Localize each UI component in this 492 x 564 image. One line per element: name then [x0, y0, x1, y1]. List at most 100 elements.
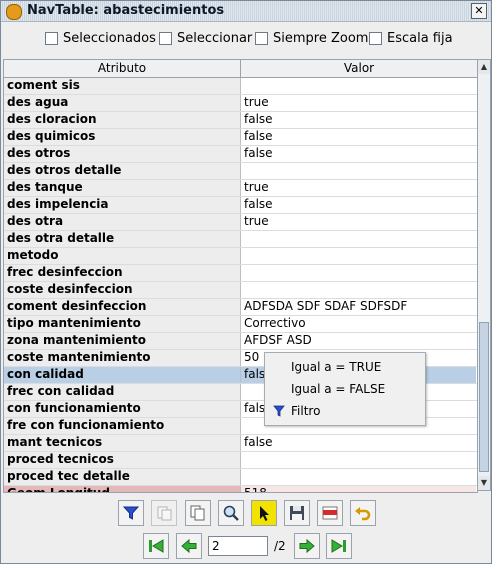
value-cell[interactable]: Correctivo: [241, 316, 476, 332]
filter-button[interactable]: [118, 500, 144, 526]
column-header-attribute[interactable]: Atributo: [4, 60, 241, 77]
checkbox-box[interactable]: [159, 31, 172, 45]
menu-item-filtro[interactable]: Filtro: [265, 400, 425, 422]
attribute-cell: Geom Longitud: [4, 486, 241, 492]
table-row[interactable]: des agua true: [4, 95, 477, 112]
first-record-button[interactable]: [143, 533, 169, 559]
table-row[interactable]: proced tecnicos: [4, 452, 477, 469]
attribute-cell: mant tecnicos: [4, 435, 241, 451]
value-cell[interactable]: false: [241, 112, 476, 128]
scroll-down-icon[interactable]: ▼: [478, 476, 490, 490]
previous-arrow-icon: [181, 538, 197, 554]
value-cell[interactable]: [241, 469, 476, 485]
value-cell[interactable]: [241, 163, 476, 179]
table-row[interactable]: des impelencia false: [4, 197, 477, 214]
column-header-value[interactable]: Valor: [241, 60, 477, 77]
copy-selected-icon: [157, 506, 172, 521]
table-row[interactable]: des cloracion false: [4, 112, 477, 129]
table-row[interactable]: coment sis: [4, 78, 477, 95]
table-row[interactable]: coste desinfeccion: [4, 282, 477, 299]
table-row[interactable]: tipo mantenimiento Correctivo: [4, 316, 477, 333]
checkbox-siempre-zoom[interactable]: Siempre Zoom: [255, 30, 368, 46]
checkbox-box[interactable]: [255, 31, 268, 45]
table-row[interactable]: frec desinfeccion: [4, 265, 477, 282]
undo-button[interactable]: [350, 500, 376, 526]
action-toolbar: [1, 500, 491, 528]
filter-icon: [122, 506, 140, 520]
value-cell[interactable]: true: [241, 180, 476, 196]
value-cell[interactable]: [241, 282, 476, 298]
navtable-window: NavTable: abastecimientos ✕ Seleccionado…: [0, 0, 492, 564]
context-menu: Igual a = TRUE Igual a = FALSE Filtro: [264, 352, 426, 426]
checkbox-label: Seleccionar: [177, 30, 253, 46]
options-bar: Seleccionados Seleccionar Siempre Zoom E…: [1, 27, 491, 49]
table-row[interactable]: des otra true: [4, 214, 477, 231]
scroll-up-icon[interactable]: ▲: [478, 60, 490, 74]
value-cell[interactable]: false: [241, 146, 476, 162]
attribute-cell: coment desinfeccion: [4, 299, 241, 315]
scroll-thumb[interactable]: [479, 322, 489, 472]
value-cell[interactable]: true: [241, 95, 476, 111]
value-cell[interactable]: 518: [241, 486, 476, 492]
next-record-button[interactable]: [294, 533, 320, 559]
attribute-cell: des tanque: [4, 180, 241, 196]
value-cell[interactable]: ADFSDA SDF SDAF SDFSDF: [241, 299, 476, 315]
value-cell[interactable]: [241, 78, 476, 94]
table-row[interactable]: des otra detalle: [4, 231, 477, 248]
save-button[interactable]: [284, 500, 310, 526]
table-header: Atributo Valor: [4, 60, 477, 78]
table-row[interactable]: Geom Longitud 518: [4, 486, 477, 492]
next-arrow-icon: [299, 538, 315, 554]
attribute-cell: metodo: [4, 248, 241, 264]
checkbox-escala-fija[interactable]: Escala fija: [369, 30, 453, 46]
zoom-button[interactable]: [218, 500, 244, 526]
window-title: NavTable: abastecimientos: [27, 3, 225, 18]
copy-selected-button[interactable]: [151, 500, 177, 526]
value-cell[interactable]: false: [241, 197, 476, 213]
value-cell[interactable]: [241, 231, 476, 247]
checkbox-label: Siempre Zoom: [273, 30, 369, 46]
value-cell[interactable]: true: [241, 214, 476, 230]
checkbox-seleccionar[interactable]: Seleccionar: [159, 30, 252, 46]
table-row[interactable]: proced tec detalle: [4, 469, 477, 486]
value-cell[interactable]: [241, 265, 476, 281]
copy-previous-button[interactable]: [185, 500, 211, 526]
table-row[interactable]: mant tecnicos false: [4, 435, 477, 452]
attribute-table[interactable]: Atributo Valor coment sis des agua true des…: [3, 59, 478, 493]
value-cell[interactable]: AFDSF ASD: [241, 333, 476, 349]
table-row[interactable]: des otros detalle: [4, 163, 477, 180]
table-row[interactable]: des tanque true: [4, 180, 477, 197]
previous-record-button[interactable]: [176, 533, 202, 559]
checkbox-seleccionados[interactable]: Seleccionados: [45, 30, 156, 46]
menu-item-igual-true[interactable]: Igual a = TRUE: [265, 356, 425, 378]
last-record-button[interactable]: [326, 533, 352, 559]
attribute-cell: frec desinfeccion: [4, 265, 241, 281]
app-icon: [6, 4, 22, 20]
menu-item-igual-false[interactable]: Igual a = FALSE: [265, 378, 425, 400]
vertical-scrollbar[interactable]: ▲ ▼: [477, 59, 491, 491]
page-number-input[interactable]: 2: [208, 536, 268, 556]
save-icon: [290, 506, 304, 520]
table-row[interactable]: des otros false: [4, 146, 477, 163]
table-row[interactable]: des quimicos false: [4, 129, 477, 146]
close-icon[interactable]: ✕: [471, 3, 487, 19]
checkbox-box[interactable]: [45, 31, 58, 45]
title-bar[interactable]: NavTable: abastecimientos ✕: [1, 1, 491, 22]
value-cell[interactable]: false: [241, 435, 476, 451]
value-cell[interactable]: [241, 248, 476, 264]
attribute-cell: fre con funcionamiento: [4, 418, 241, 434]
attribute-cell: tipo mantenimiento: [4, 316, 241, 332]
copy-previous-icon: [190, 505, 205, 521]
attribute-cell: proced tecnicos: [4, 452, 241, 468]
value-cell[interactable]: [241, 452, 476, 468]
select-button[interactable]: [251, 500, 277, 526]
table-body: coment sis des agua true des cloracion false…: [4, 78, 477, 492]
table-row[interactable]: zona mantenimiento AFDSF ASD: [4, 333, 477, 350]
value-cell[interactable]: false: [241, 129, 476, 145]
table-row[interactable]: coment desinfeccion ADFSDA SDF SDAF SDFSD…: [4, 299, 477, 316]
checkbox-box[interactable]: [369, 31, 382, 45]
attribute-cell: frec con calidad: [4, 384, 241, 400]
page-total: /2: [274, 539, 286, 553]
table-row[interactable]: metodo: [4, 248, 477, 265]
delete-button[interactable]: [317, 500, 343, 526]
